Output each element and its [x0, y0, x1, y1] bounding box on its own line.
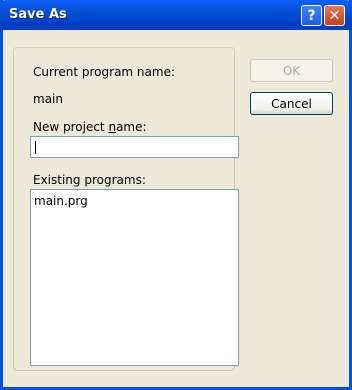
- existing-programs-label: Existing programs:: [33, 173, 146, 187]
- current-program-value: main: [33, 92, 63, 106]
- window-title: Save As: [9, 7, 67, 22]
- current-program-label: Current program name:: [33, 65, 175, 79]
- new-project-label: New project name:: [33, 120, 147, 134]
- ok-button[interactable]: OK: [250, 59, 333, 82]
- save-as-dialog: Save As ? ✕ Current program name: main N…: [0, 0, 352, 390]
- new-project-label-text-end: ame:: [116, 120, 147, 134]
- help-icon[interactable]: ?: [301, 5, 322, 26]
- cancel-button[interactable]: Cancel: [250, 92, 333, 115]
- new-project-name-input[interactable]: [30, 136, 239, 158]
- close-icon[interactable]: ✕: [324, 5, 345, 26]
- new-project-label-text: New project: [33, 120, 109, 134]
- new-project-label-accelerator: n: [108, 120, 117, 134]
- text-caret: [35, 141, 36, 154]
- existing-programs-list[interactable]: main.prg: [30, 189, 239, 366]
- title-bar[interactable]: Save As ? ✕: [0, 0, 352, 30]
- list-item[interactable]: main.prg: [34, 194, 88, 208]
